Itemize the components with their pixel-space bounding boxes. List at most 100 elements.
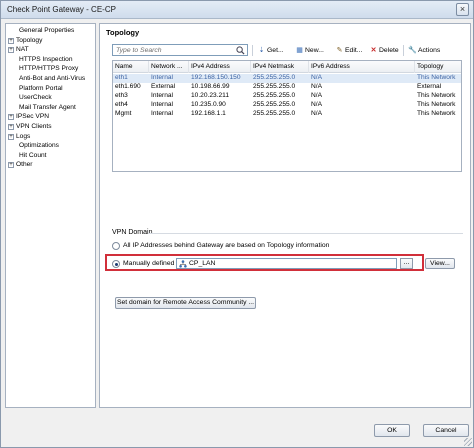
get-icon: ⇣ — [258, 47, 265, 54]
title-bar[interactable]: Check Point Gateway - CE-CP × — [1, 1, 473, 19]
table-cell: N/A — [311, 74, 322, 81]
new-icon: ▦ — [296, 47, 303, 54]
table-cell: eth4 — [115, 101, 128, 108]
network-group-icon — [179, 260, 187, 268]
search-icon — [236, 46, 245, 55]
tree-item[interactable]: + Other — [6, 160, 95, 170]
tree-item-label: NAT — [16, 46, 29, 54]
actions-button[interactable]: 🔧Actions — [408, 45, 440, 56]
search-placeholder: Type to Search — [116, 47, 162, 54]
tree-item-label: Mail Transfer Agent — [19, 103, 76, 111]
manually-defined-radio[interactable] — [112, 260, 120, 268]
vpn-domain-object-field[interactable]: CP_LAN — [176, 258, 397, 269]
tree-item[interactable]: + Logs — [6, 132, 95, 142]
expand-icon[interactable]: + — [8, 47, 14, 54]
topology-toolbar: Type to Search ⇣ Get... ▦ New... ✎ Edit... … — [112, 44, 462, 57]
table-cell: Internal — [151, 74, 173, 81]
tree-item[interactable]: Hit Count — [6, 151, 95, 161]
table-cell: External — [417, 83, 442, 90]
close-button[interactable]: × — [456, 3, 469, 16]
table-cell: Internal — [151, 101, 173, 108]
topology-panel: Topology Type to Search ⇣ Get... ▦ New... … — [99, 23, 471, 408]
table-cell: This Network — [417, 101, 456, 108]
interfaces-table: Name Network ... IPv4 Address IPv4 Netmask I… — [112, 60, 462, 172]
table-cell: 192.168.1.1 — [191, 110, 226, 117]
column-header[interactable]: Network ... — [149, 61, 189, 73]
tree-item[interactable]: + Topology — [6, 36, 95, 46]
tree-item[interactable]: HTTP/HTTPS Proxy — [6, 64, 95, 74]
vpn-domain-separator — [148, 233, 463, 234]
new-interface-button[interactable]: ▦ New... — [295, 45, 324, 56]
delete-label: Delete — [379, 47, 399, 54]
delete-interface-button[interactable]: ✕ Delete — [369, 45, 399, 56]
tree-item-label: Other — [16, 161, 33, 169]
table-cell: 192.168.150.150 — [191, 74, 241, 81]
get-interfaces-button[interactable]: ⇣ Get... — [257, 45, 284, 56]
vpn-domain-title: VPN Domain — [112, 229, 153, 236]
delete-icon: ✕ — [370, 47, 377, 54]
edit-label: Edit... — [345, 47, 363, 54]
window-title: Check Point Gateway - CE-CP — [7, 5, 116, 14]
table-row[interactable]: eth3 Internal 10.20.23.211 255.255.255.0 N/A… — [113, 92, 461, 101]
actions-icon: 🔧 — [408, 47, 417, 54]
tree-item[interactable]: + IPSec VPN — [6, 112, 95, 122]
all-ip-addresses-radio[interactable] — [112, 242, 120, 250]
tree-item[interactable]: UserCheck — [6, 93, 95, 103]
tree-item-label: Hit Count — [19, 151, 47, 159]
table-row[interactable]: eth4 Internal 10.235.0.90 255.255.255.0 N/A T… — [113, 101, 461, 110]
table-row[interactable]: Mgmt Internal 192.168.1.1 255.255.255.0 N/A T… — [113, 110, 461, 119]
tree-item[interactable]: + NAT — [6, 45, 95, 55]
manually-defined-label: Manually defined — [123, 260, 175, 267]
expand-icon[interactable]: + — [8, 133, 14, 140]
table-cell: Internal — [151, 110, 173, 117]
tree-item[interactable]: Mail Transfer Agent — [6, 103, 95, 113]
column-header[interactable]: Name — [113, 61, 149, 73]
column-header[interactable]: IPv4 Netmask — [251, 61, 309, 73]
table-cell: This Network — [417, 110, 456, 117]
cancel-button[interactable]: Cancel — [423, 424, 469, 437]
expand-icon[interactable]: + — [8, 37, 14, 44]
column-header[interactable]: Topology — [415, 61, 461, 73]
tree-item-label: VPN Clients — [16, 122, 52, 130]
table-header: Name Network ... IPv4 Address IPv4 Netmask I… — [113, 61, 461, 73]
expand-icon[interactable]: + — [8, 162, 14, 169]
tree-item[interactable]: Anti-Bot and Anti-Virus — [6, 74, 95, 84]
new-label: New... — [305, 47, 324, 54]
tree-item-label: General Properties — [19, 27, 75, 34]
tree-item-label: Topology — [16, 36, 43, 44]
table-row[interactable]: eth1.690 External 10.198.66.99 255.255.255.… — [113, 83, 461, 92]
vpn-domain-object-value: CP_LAN — [189, 260, 216, 267]
table-cell: 255.255.255.0 — [253, 83, 296, 90]
table-cell: 10.198.66.99 — [191, 83, 230, 90]
tree-item-label: UserCheck — [19, 94, 52, 102]
table-row[interactable]: eth1 Internal 192.168.150.150 255.255.255.0… — [113, 74, 461, 83]
tree-item[interactable]: Platform Portal — [6, 84, 95, 94]
column-header[interactable]: IPv4 Address — [189, 61, 251, 73]
edit-interface-button[interactable]: ✎ Edit... — [335, 45, 363, 56]
tree-item[interactable]: + VPN Clients — [6, 122, 95, 132]
resize-grip[interactable] — [464, 438, 472, 446]
table-cell: N/A — [311, 83, 322, 90]
browse-object-button[interactable]: ... — [400, 258, 413, 269]
table-cell: 10.20.23.211 — [191, 92, 230, 99]
get-label: Get... — [267, 47, 284, 54]
tree-item[interactable]: HTTPS Inspection — [6, 55, 95, 65]
table-cell: 255.255.255.0 — [253, 101, 296, 108]
table-cell: 255.255.255.0 — [253, 110, 296, 117]
table-cell: N/A — [311, 110, 322, 117]
tree-item-label: IPSec VPN — [16, 113, 49, 121]
tree-item-label: Anti-Bot and Anti-Virus — [19, 74, 86, 82]
edit-icon: ✎ — [336, 47, 343, 54]
tree-item[interactable]: General Properties — [6, 26, 95, 36]
search-input[interactable]: Type to Search — [112, 44, 248, 56]
expand-icon[interactable]: + — [8, 114, 14, 121]
column-header[interactable]: IPv6 Address — [309, 61, 415, 73]
table-cell: 255.255.255.0 — [253, 92, 296, 99]
table-cell: This Network — [417, 92, 456, 99]
remote-access-domain-button[interactable]: Set domain for Remote Access Community .… — [115, 297, 256, 309]
expand-icon[interactable]: + — [8, 123, 14, 130]
tree-item[interactable]: Optimizations — [6, 141, 95, 151]
ok-button[interactable]: OK — [374, 424, 410, 437]
topology-title: Topology — [106, 28, 140, 37]
view-button[interactable]: View... — [425, 258, 455, 269]
